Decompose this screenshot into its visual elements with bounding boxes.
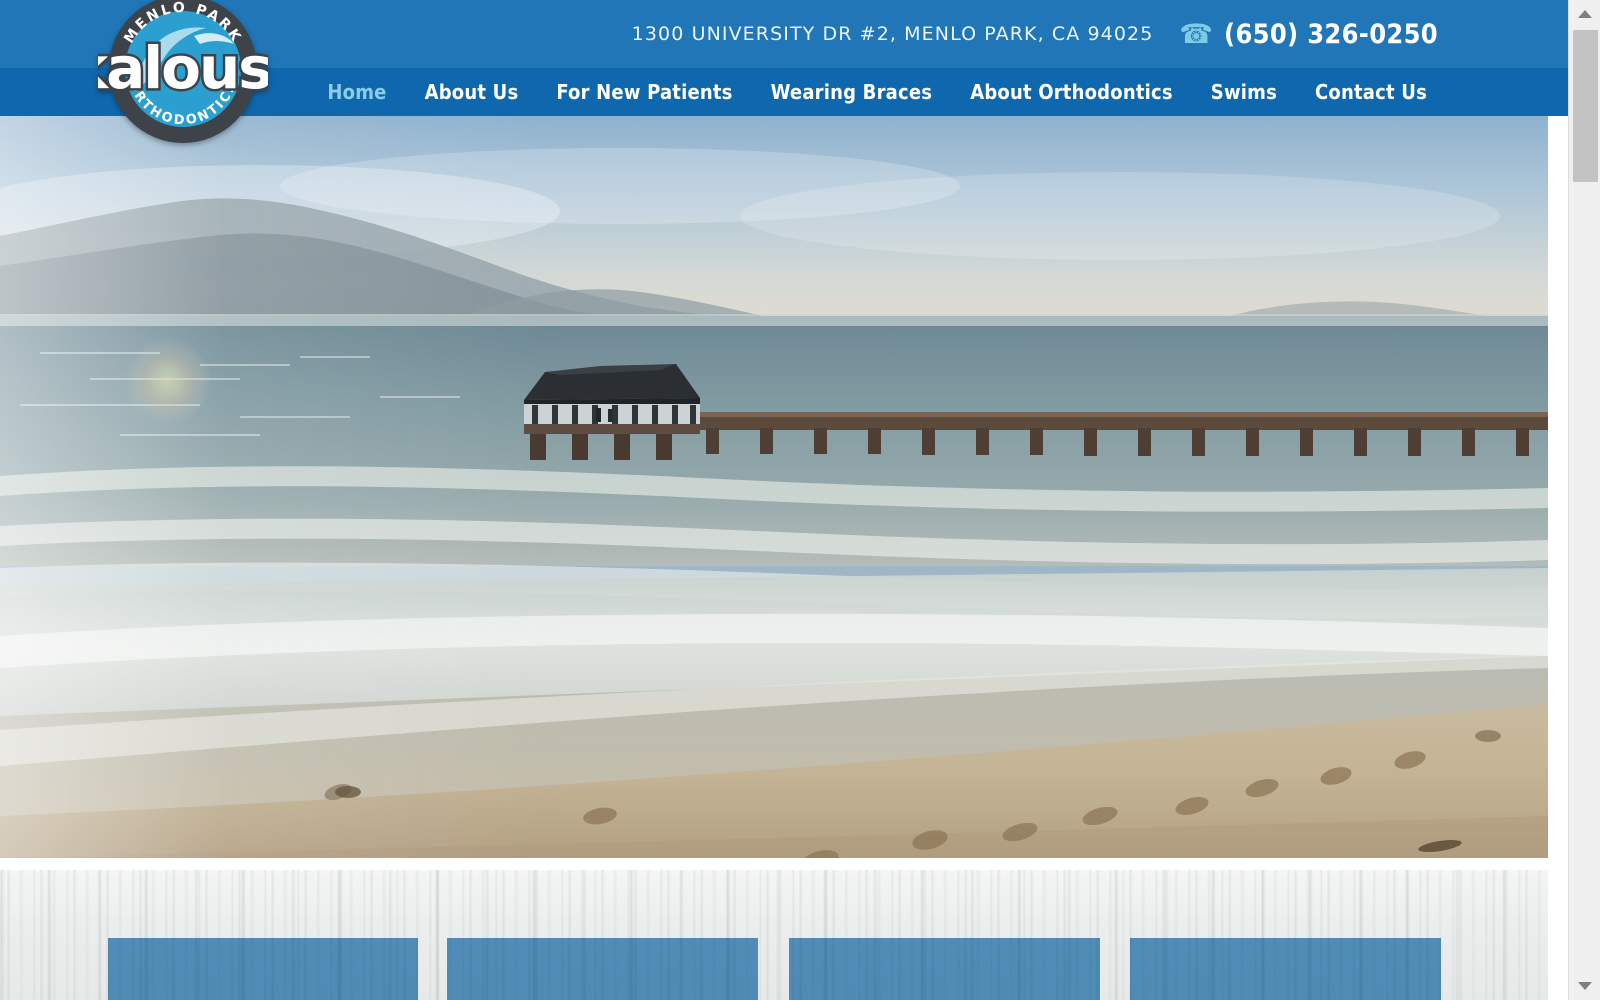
promo-box-3[interactable] — [789, 938, 1100, 1000]
logo-wordmark: kaloust — [98, 34, 268, 102]
vertical-scrollbar[interactable] — [1568, 0, 1600, 1000]
nav-list: Home About Us For New Patients Wearing B… — [308, 68, 1446, 116]
phone-link[interactable]: ☎ (650) 326-0250 — [1179, 19, 1438, 50]
office-address: 1300 UNIVERSITY DR #2, MENLO PARK, CA 94… — [631, 23, 1154, 45]
telephone-icon: ☎ — [1179, 18, 1214, 49]
nav-item-wearing-braces[interactable]: Wearing Braces — [752, 80, 952, 104]
promo-box-1[interactable] — [108, 938, 418, 1000]
kaloust-orthodontics-logo: MENLO PARK ORTHODONTICS kaloust — [98, 0, 268, 143]
lower-promo-section — [0, 870, 1548, 1000]
phone-number: (650) 326-0250 — [1224, 18, 1438, 50]
nav-item-about-us[interactable]: About Us — [406, 80, 538, 104]
nav-item-contact-us[interactable]: Contact Us — [1296, 80, 1446, 104]
promo-box-2[interactable] — [447, 938, 758, 1000]
nav-item-swims[interactable]: Swims — [1192, 80, 1296, 104]
nav-item-home[interactable]: Home — [308, 80, 405, 104]
promo-box-4[interactable] — [1130, 938, 1441, 1000]
scroll-up-arrow[interactable] — [1569, 0, 1600, 28]
hero-banner[interactable] — [0, 116, 1548, 858]
page-root: 1300 UNIVERSITY DR #2, MENLO PARK, CA 94… — [0, 0, 1568, 1000]
site-logo[interactable]: MENLO PARK ORTHODONTICS kaloust — [98, 0, 268, 154]
beach-pier-photo — [0, 116, 1548, 858]
nav-item-about-orthodontics[interactable]: About Orthodontics — [951, 80, 1192, 104]
contact-info: 1300 UNIVERSITY DR #2, MENLO PARK, CA 94… — [632, 0, 1438, 68]
nav-item-for-new-patients[interactable]: For New Patients — [537, 80, 751, 104]
scroll-down-arrow[interactable] — [1569, 972, 1600, 1000]
scroll-thumb[interactable] — [1573, 30, 1598, 182]
